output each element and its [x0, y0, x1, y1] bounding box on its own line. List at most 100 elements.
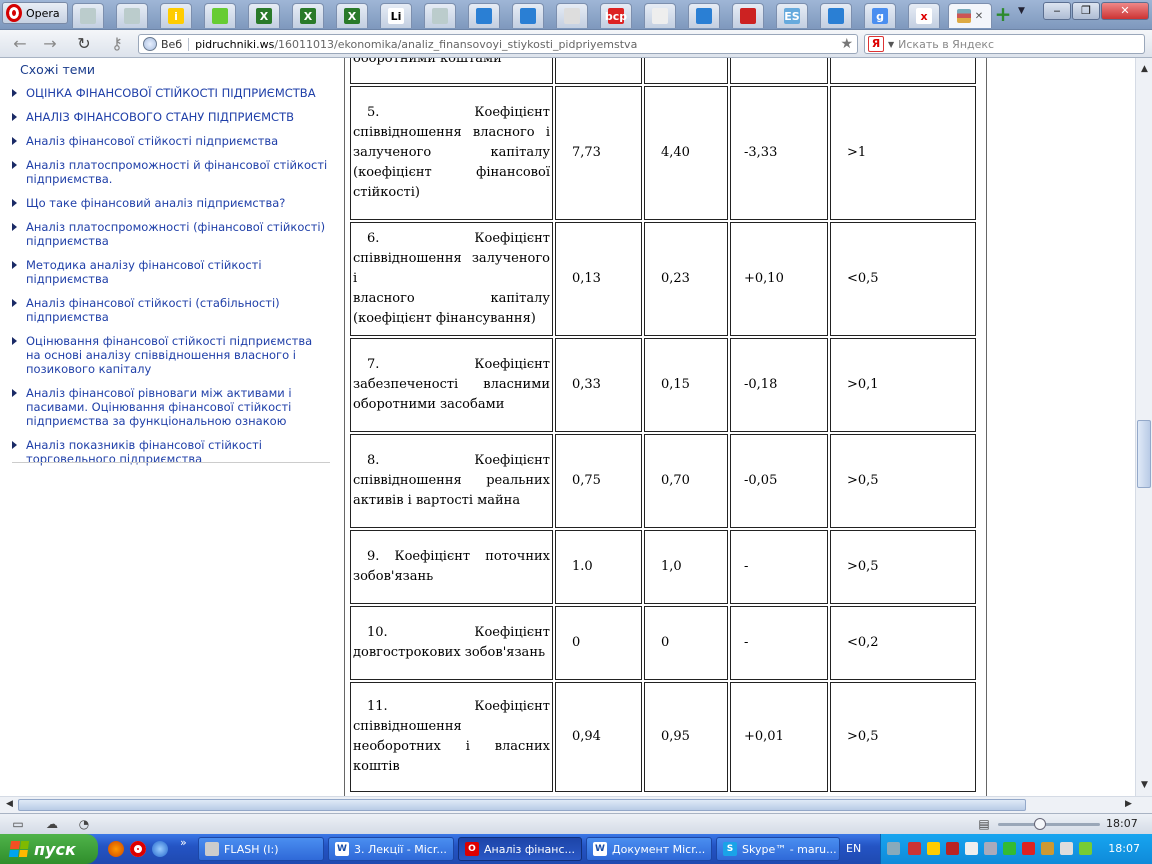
taskbar-button[interactable]: W 3. Лекції - Micr... [328, 837, 454, 861]
tab-2[interactable] [116, 3, 148, 28]
tray-app-icon[interactable] [1041, 842, 1054, 855]
tray-antivirus-icon[interactable] [1022, 842, 1035, 855]
taskbar-button[interactable]: W Документ Micr... [586, 837, 712, 861]
coefficient-name-cell: оборотними коштами [350, 58, 553, 84]
tab-18[interactable] [820, 3, 852, 28]
taskbar-button[interactable]: O Аналіз фінанс... [458, 837, 582, 861]
language-indicator[interactable]: EN [846, 842, 861, 855]
scroll-left-icon[interactable]: ◀ [3, 799, 16, 812]
similar-topic-text: Аналіз платоспроможності (фінансової сті… [26, 220, 326, 248]
similar-topic-text: Що таке фінансовий аналіз підприємства? [26, 196, 286, 210]
close-window-button[interactable]: ✕ [1101, 2, 1149, 20]
coefficient-name-line: 10. Коефіцієнт [367, 625, 550, 640]
google-icon: g [872, 8, 888, 24]
panel-toggle-icon[interactable]: ▭ [10, 817, 26, 831]
coefficient-name-line: зобов'язань [353, 569, 434, 584]
tray-pdf-icon[interactable] [946, 842, 959, 855]
tab-3[interactable]: i [160, 3, 192, 28]
tab-15[interactable] [688, 3, 720, 28]
reload-button[interactable]: ↻ [74, 34, 94, 54]
cloud-icon[interactable]: ☁ [44, 817, 60, 831]
scroll-right-icon[interactable]: ▶ [1122, 799, 1135, 812]
taskbar-button[interactable]: S Skype™ - maru... [716, 837, 840, 861]
tab-5[interactable]: X [248, 3, 280, 28]
minimize-button[interactable]: ‒ [1043, 2, 1071, 20]
opera-menu-button[interactable]: Opera [2, 2, 68, 24]
tray-arrows-icon[interactable] [887, 842, 900, 855]
back-button[interactable]: ← [10, 34, 30, 54]
similar-topic-link[interactable]: ОЦІНКА ФІНАНСОВОЇ СТІЙКОСТІ ПІДПРИЄМСТВА [12, 86, 330, 100]
scroll-down-icon[interactable]: ▼ [1138, 780, 1151, 793]
upload-arrow-icon [476, 8, 492, 24]
tab-16[interactable] [732, 3, 764, 28]
taskbar-button[interactable]: FLASH (I:) [198, 837, 324, 861]
taskbar-button-label: Документ Micr... [612, 842, 706, 856]
tab-20[interactable]: x [908, 3, 940, 28]
quick-launch-more[interactable]: » [180, 836, 187, 849]
chevron-down-icon[interactable]: ▼ [888, 40, 894, 49]
search-field[interactable]: Я ▼ Искать в Яндекс [864, 34, 1145, 54]
forward-button[interactable]: → [40, 34, 60, 54]
upload-arrow-icon [828, 8, 844, 24]
deviation-cell: +0,10 [730, 222, 828, 336]
horizontal-scroll-thumb[interactable] [18, 799, 1026, 811]
start-button[interactable]: пуск [0, 834, 98, 864]
tray-shield-icon[interactable] [908, 842, 921, 855]
opera-icon[interactable] [130, 841, 146, 857]
vertical-scrollbar[interactable]: ▲ ▼ [1135, 58, 1152, 796]
similar-topic-link[interactable]: Методика аналізу фінансової стійкості пі… [12, 258, 330, 286]
tab-17[interactable]: ES [776, 3, 808, 28]
tab-11[interactable] [512, 3, 544, 28]
key-icon[interactable]: ⚷ [106, 34, 128, 54]
tab-19[interactable]: g [864, 3, 896, 28]
start-label: пуск [34, 839, 76, 859]
similar-topic-link[interactable]: Оцінювання фінансової стійкості підприєм… [12, 334, 330, 376]
tray-monitor-icon[interactable] [965, 842, 978, 855]
url-text[interactable]: pidruchniki.ws/16011013/ekonomika/analiz… [195, 38, 637, 51]
tray-network-icon[interactable] [984, 842, 997, 855]
tray-signal-icon[interactable] [1079, 842, 1092, 855]
tab-7[interactable]: X [336, 3, 368, 28]
new-tab-button[interactable]: + [992, 4, 1014, 26]
tray-warning-icon[interactable] [927, 842, 940, 855]
similar-topic-link[interactable]: АНАЛІЗ ФІНАНСОВОГО СТАНУ ПІДПРИЄМСТВ [12, 110, 330, 124]
similar-topic-link[interactable]: Аналіз фінансової рівноваги між активами… [12, 386, 330, 428]
tab-14[interactable] [644, 3, 676, 28]
view-icon[interactable]: ▤ [976, 817, 992, 831]
tray-volume-icon[interactable] [1060, 842, 1073, 855]
restore-button[interactable]: ❐ [1072, 2, 1100, 20]
zoom-slider-handle[interactable] [1034, 818, 1046, 830]
address-bar[interactable]: Веб pidruchniki.ws/16011013/ekonomika/an… [138, 34, 858, 54]
tab-4[interactable] [204, 3, 236, 28]
similar-topic-link[interactable]: Що таке фінансовий аналіз підприємства? [12, 196, 330, 210]
tab-1[interactable] [72, 3, 104, 28]
tab-8[interactable]: Li [380, 3, 412, 28]
zoom-slider[interactable] [998, 823, 1100, 826]
similar-topic-text: Аналіз платоспроможності й фінансової ст… [26, 158, 328, 186]
coefficient-name-line: співвідношення залученого і [353, 251, 550, 286]
tab-12[interactable] [556, 3, 588, 28]
similar-topic-link[interactable]: Аналіз фінансової стійкості підприємства [12, 134, 330, 148]
tab-bar: Opera i X X X Li bcp ES g x ✕ + ▼ ‒ ❐ ✕ [0, 0, 1152, 30]
deviation-cell: -3,33 [730, 86, 828, 220]
tray-check-icon[interactable] [1003, 842, 1016, 855]
tab-active[interactable]: ✕ [948, 3, 992, 28]
speed-dial-icon[interactable]: ◔ [76, 817, 92, 831]
tab-10[interactable] [468, 3, 500, 28]
taskbar-clock[interactable]: 18:07 [1108, 842, 1140, 855]
bookmark-star-icon[interactable]: ★ [840, 36, 853, 52]
tab-9[interactable] [424, 3, 456, 28]
similar-topic-link[interactable]: Аналіз платоспроможності (фінансової сті… [12, 220, 330, 248]
similar-topic-link[interactable]: Аналіз фінансової стійкості (стабільност… [12, 296, 330, 324]
tab-6[interactable]: X [292, 3, 324, 28]
internet-explorer-icon[interactable] [152, 841, 168, 857]
similar-topic-link[interactable]: Аналіз платоспроможності й фінансової ст… [12, 158, 330, 186]
close-tab-icon[interactable]: ✕ [975, 11, 983, 22]
tab-13[interactable]: bcp [600, 3, 632, 28]
value-year1-cell: 0,33 [555, 338, 642, 432]
firefox-icon[interactable] [108, 841, 124, 857]
vertical-scroll-thumb[interactable] [1137, 420, 1151, 488]
scroll-up-icon[interactable]: ▲ [1138, 64, 1151, 77]
tab-list-dropdown[interactable]: ▼ [1018, 6, 1025, 16]
horizontal-scrollbar[interactable]: ◀ ▶ [0, 796, 1152, 813]
